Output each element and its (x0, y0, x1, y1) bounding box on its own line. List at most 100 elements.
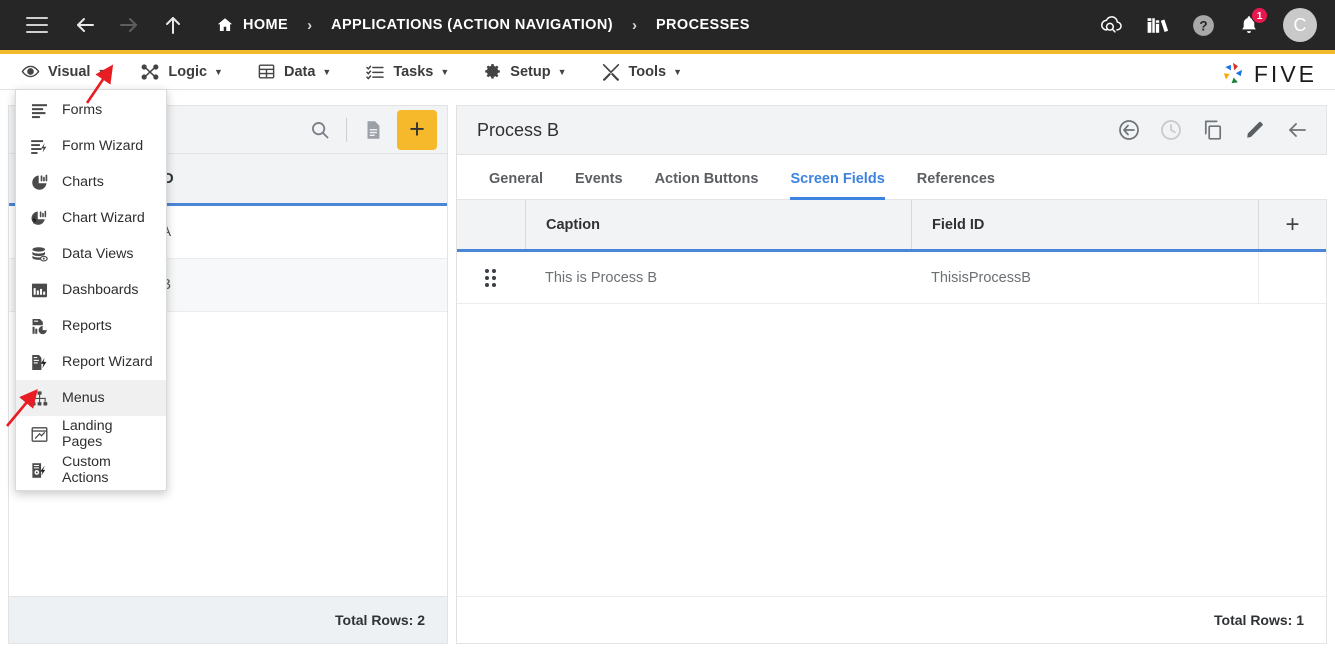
menu-item-label: Custom Actions (62, 454, 111, 486)
five-pinwheel-logo (1223, 62, 1242, 84)
history-clock-icon[interactable] (1154, 113, 1188, 147)
menu-item-forms[interactable]: Forms (16, 92, 166, 128)
back-arrow-icon[interactable] (1280, 113, 1314, 147)
up-arrow-icon[interactable] (156, 8, 190, 42)
report-wizard-icon (28, 352, 50, 372)
books-icon[interactable] (1137, 5, 1177, 45)
breadcrumb-separator: › (307, 16, 313, 34)
menu-item-label: Report Wizard (62, 354, 153, 370)
right-panel-header: Process B (457, 105, 1327, 155)
menu-tasks-label: Tasks (393, 63, 434, 80)
search-icon[interactable] (302, 112, 338, 148)
data-views-icon (28, 244, 50, 264)
screen-fields-grid-footer: Total Rows: 1 (457, 596, 1326, 643)
gear-icon (483, 62, 502, 81)
menu-item-label: Menus (62, 390, 105, 406)
five-brand-text: FIVE (1253, 60, 1317, 87)
help-icon[interactable]: ? (1183, 5, 1223, 45)
menu-item-menus[interactable]: Menus (16, 380, 166, 416)
menu-item-data-views[interactable]: Data Views (16, 236, 166, 272)
tab-action-buttons[interactable]: Action Buttons (639, 171, 775, 199)
tab-screen-fields[interactable]: Screen Fields (774, 171, 900, 200)
menu-item-label: Landing Pages (62, 418, 113, 450)
table-grid-icon (257, 62, 276, 81)
drag-handle-icon[interactable] (485, 268, 501, 287)
menu-item-label: Dashboards (62, 282, 139, 298)
tab-general[interactable]: General (473, 171, 559, 199)
menu-setup[interactable]: Setup ▼ (470, 54, 579, 90)
page-title: Process B (477, 119, 560, 140)
add-screen-field-button[interactable]: + (1258, 200, 1326, 249)
grid-header-spacer (457, 200, 525, 249)
notification-badge: 1 (1251, 7, 1268, 24)
back-arrow-icon[interactable] (68, 8, 102, 42)
menu-item-custom-actions[interactable]: Custom Actions (16, 452, 166, 488)
revert-icon[interactable] (1112, 113, 1146, 147)
menu-item-landing-pages[interactable]: Landing Pages (16, 416, 166, 452)
screen-fields-grid-header: Caption Field ID + (457, 200, 1326, 252)
logic-nodes-icon (140, 62, 160, 82)
document-icon[interactable] (355, 112, 391, 148)
menu-item-report-wizard[interactable]: Report Wizard (16, 344, 166, 380)
menu-tasks[interactable]: Tasks ▼ (352, 54, 462, 90)
menu-item-reports[interactable]: Reports (16, 308, 166, 344)
menu-tools[interactable]: Tools ▼ (588, 54, 696, 90)
main-menu-bar: Visual ▼ Logic ▼ Data ▼ Tasks ▼ Setup ▼ … (0, 54, 1335, 90)
column-header-field-id[interactable]: Field ID (911, 200, 1258, 249)
header-actions: ? 1 C (1085, 0, 1317, 50)
hamburger-icon[interactable] (26, 17, 48, 33)
toolbar-divider (346, 117, 347, 142)
menu-tools-label: Tools (628, 63, 667, 80)
menu-item-label: Charts (62, 174, 104, 190)
column-header-caption[interactable]: Caption (525, 200, 911, 249)
add-action-button[interactable]: + (397, 109, 437, 150)
forms-icon (28, 100, 50, 120)
forward-arrow-icon[interactable] (112, 8, 146, 42)
menu-item-label: Chart Wizard (62, 210, 145, 226)
menu-item-dashboards[interactable]: Dashboards (16, 272, 166, 308)
row-end-spacer (1258, 252, 1326, 303)
tools-icon (601, 62, 621, 82)
menu-item-form-wizard[interactable]: Form Wizard (16, 128, 166, 164)
screen-fields-grid-body: This is Process B ThisisProcessB (457, 252, 1326, 596)
home-icon (216, 16, 234, 34)
menus-icon (28, 388, 50, 408)
menu-item-charts[interactable]: Charts (16, 164, 166, 200)
menu-item-label: Form Wizard (62, 138, 144, 154)
chevron-down-icon: ▼ (322, 66, 332, 77)
chart-wizard-icon (28, 208, 50, 228)
table-row[interactable]: This is Process B ThisisProcessB (457, 252, 1326, 304)
cell-caption: This is Process B (545, 269, 657, 286)
eye-icon (21, 62, 40, 81)
breadcrumb-item-processes[interactable]: PROCESSES (656, 17, 750, 33)
right-panel: Process B General Events Action Buttons … (456, 105, 1327, 644)
form-wizard-icon (28, 136, 50, 156)
chevron-down-icon: ▼ (97, 66, 107, 77)
cell-field-id: ThisisProcessB (931, 269, 1031, 286)
breadcrumb-item-home[interactable]: HOME (216, 16, 288, 34)
chevron-down-icon: ▼ (214, 66, 223, 77)
reports-icon (28, 316, 50, 336)
menu-item-chart-wizard[interactable]: Chart Wizard (16, 200, 166, 236)
breadcrumb-label-home: HOME (243, 17, 289, 33)
menu-logic[interactable]: Logic ▼ (127, 54, 236, 90)
menu-data-label: Data (283, 63, 316, 80)
menu-data[interactable]: Data ▼ (244, 54, 344, 90)
menu-visual-label: Visual (48, 63, 91, 80)
tab-events[interactable]: Events (559, 171, 639, 199)
menu-item-label: Reports (62, 318, 112, 334)
duplicate-icon[interactable] (1196, 113, 1230, 147)
bell-icon[interactable]: 1 (1229, 5, 1269, 45)
app-window: HOME › APPLICATIONS (ACTION NAVIGATION) … (0, 0, 1335, 654)
chevron-down-icon: ▼ (673, 66, 683, 77)
avatar[interactable]: C (1283, 8, 1317, 42)
menu-visual[interactable]: Visual ▼ (8, 54, 119, 90)
edit-pencil-icon[interactable] (1238, 113, 1272, 147)
charts-icon (28, 172, 50, 192)
breadcrumb: HOME › APPLICATIONS (ACTION NAVIGATION) … (216, 16, 750, 34)
cloud-check-icon[interactable] (1091, 5, 1131, 45)
tab-references[interactable]: References (901, 171, 1011, 199)
chevron-down-icon: ▼ (440, 66, 450, 77)
breadcrumb-item-applications[interactable]: APPLICATIONS (ACTION NAVIGATION) (331, 17, 613, 33)
menu-logic-label: Logic (168, 63, 208, 80)
